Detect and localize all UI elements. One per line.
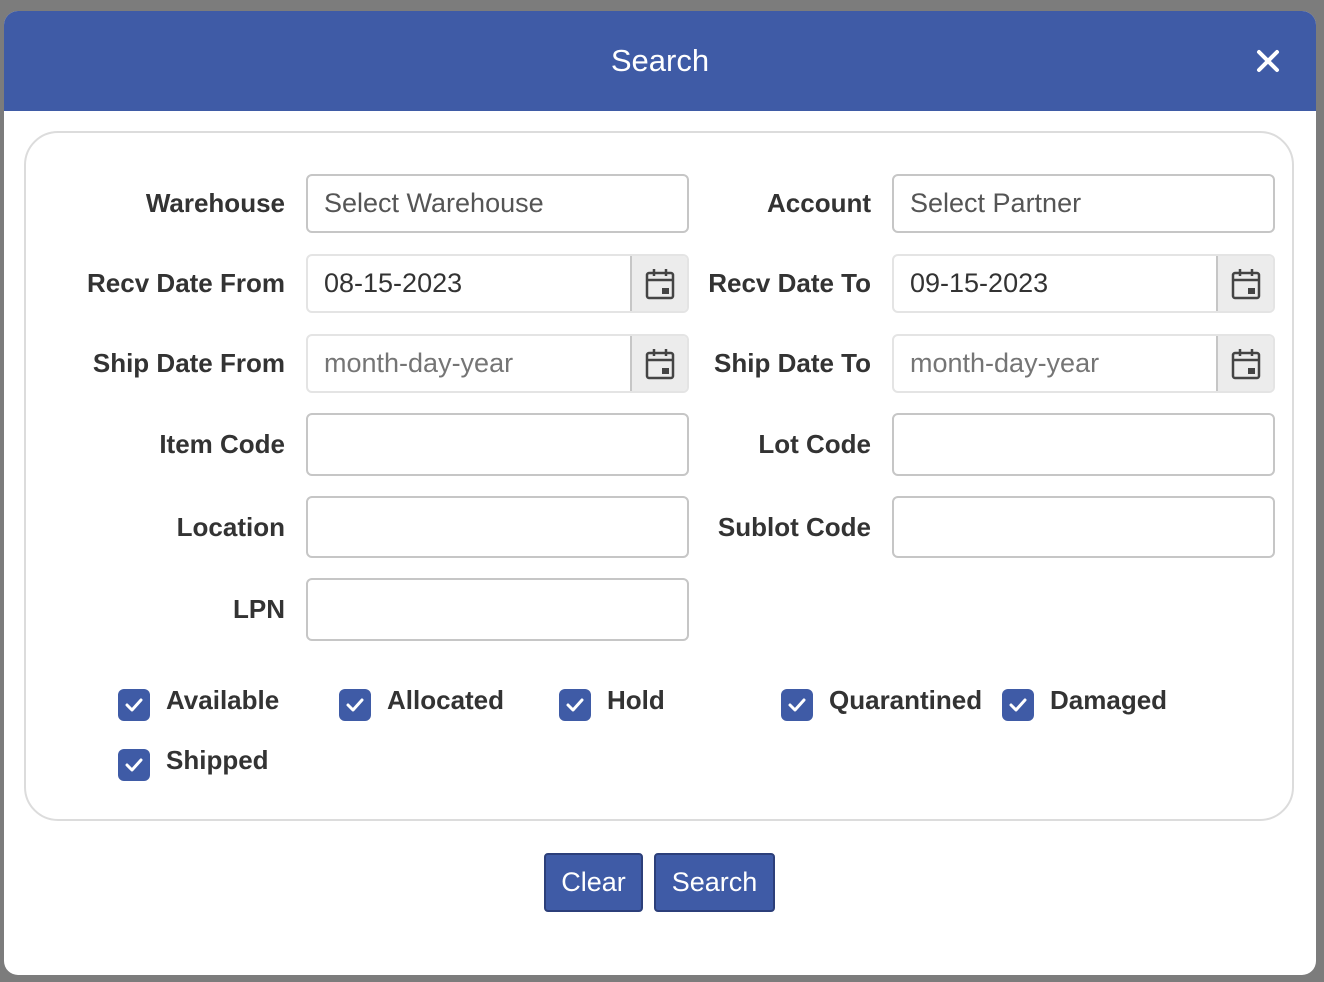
search-button[interactable]: Search: [654, 853, 775, 912]
checkbox-checked-icon: [559, 689, 591, 721]
warehouse-label: Warehouse: [145, 188, 285, 218]
clear-button[interactable]: Clear: [544, 853, 643, 912]
ship-date-to-calendar-button[interactable]: [1216, 336, 1273, 391]
status-label-available: Available: [166, 685, 280, 715]
status-label-allocated: Allocated: [387, 685, 505, 715]
lot-code-label: Lot Code: [758, 429, 871, 459]
calendar-icon: [1231, 268, 1260, 299]
close-button[interactable]: [1252, 45, 1284, 77]
search-dialog: Search Warehouse Account Recv Date From: [4, 11, 1316, 975]
status-checkbox-allocated[interactable]: Allocated: [339, 685, 504, 721]
ship-date-to-group: [892, 334, 1275, 393]
lpn-input[interactable]: [306, 578, 689, 641]
account-label: Account: [767, 188, 871, 218]
status-checkbox-shipped[interactable]: Shipped: [118, 745, 269, 781]
status-checkbox-damaged[interactable]: Damaged: [1002, 685, 1167, 721]
location-label: Location: [176, 512, 285, 542]
lot-code-input[interactable]: [892, 413, 1275, 476]
calendar-icon: [1231, 348, 1260, 379]
recv-date-to-label: Recv Date To: [708, 268, 871, 298]
status-label-damaged: Damaged: [1050, 685, 1168, 715]
recv-date-from-input[interactable]: [308, 256, 630, 311]
ship-date-to-input[interactable]: [894, 336, 1216, 391]
ship-date-from-label: Ship Date From: [92, 348, 285, 378]
account-select[interactable]: [892, 174, 1275, 233]
recv-date-to-calendar-button[interactable]: [1216, 256, 1273, 311]
status-checkbox-hold[interactable]: Hold: [559, 685, 665, 721]
item-code-label: Item Code: [159, 429, 285, 459]
ship-date-from-input[interactable]: [308, 336, 630, 391]
status-checkbox-available[interactable]: Available: [118, 685, 279, 721]
recv-date-to-input[interactable]: [894, 256, 1216, 311]
checkbox-checked-icon: [781, 689, 813, 721]
checkbox-checked-icon: [339, 689, 371, 721]
search-form-panel: Warehouse Account Recv Date From Recv Da…: [24, 131, 1294, 821]
ship-date-to-label: Ship Date To: [714, 348, 871, 378]
checkbox-checked-icon: [1002, 689, 1034, 721]
lpn-label: LPN: [233, 594, 285, 624]
status-checkbox-quarantined[interactable]: Quarantined: [781, 685, 982, 721]
checkbox-checked-icon: [118, 689, 150, 721]
status-label-quarantined: Quarantined: [829, 685, 983, 715]
status-label-hold: Hold: [607, 685, 665, 715]
status-label-shipped: Shipped: [166, 745, 269, 775]
recv-date-from-label: Recv Date From: [87, 268, 285, 298]
dialog-title: Search: [610, 43, 710, 78]
recv-date-to-group: [892, 254, 1275, 313]
dialog-header: Search: [4, 11, 1316, 111]
sublot-code-label: Sublot Code: [717, 512, 871, 542]
close-icon: [1257, 50, 1279, 72]
sublot-code-input[interactable]: [892, 496, 1275, 558]
checkbox-checked-icon: [118, 749, 150, 781]
